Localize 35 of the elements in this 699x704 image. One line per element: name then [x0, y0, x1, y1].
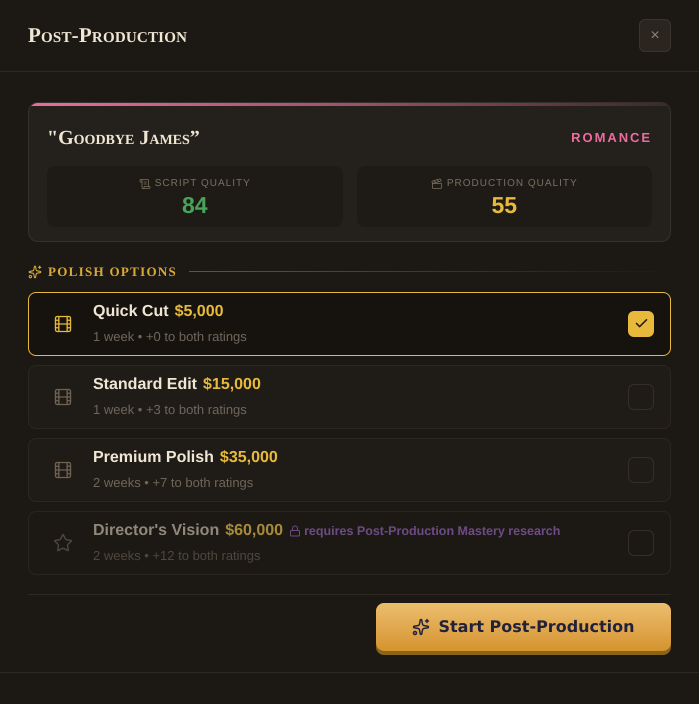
polish-option[interactable]: Quick Cut $5,000 1 week • +0 to both ratings — [28, 292, 671, 356]
option-price: $5,000 — [174, 302, 224, 322]
section-heading: POLISH OPTIONS — [48, 263, 178, 281]
lock-icon — [289, 525, 302, 538]
option-details: 1 week • +0 to both ratings — [93, 328, 248, 346]
stat-label: PRODUCTION QUALITY — [446, 177, 578, 191]
option-details: 2 weeks • +7 to both ratings — [93, 474, 254, 492]
clapperboard-icon — [430, 178, 443, 190]
option-name: Director's Vision — [93, 521, 220, 542]
option-name: Premium Polish — [93, 448, 214, 468]
option-name: Quick Cut — [93, 302, 169, 322]
option-details: 1 week • +3 to both ratings — [93, 401, 248, 420]
dialog-title: Post-Production — [28, 22, 188, 49]
start-post-production-button[interactable]: Start Post-Production — [376, 602, 671, 650]
sparkles-icon — [28, 264, 42, 279]
option-price: $60,000 — [225, 521, 284, 542]
stat-value: 84 — [182, 194, 208, 217]
film-icon — [53, 314, 73, 334]
polish-option[interactable]: Premium Polish $35,000 2 weeks • +7 to both ratings — [28, 438, 671, 502]
stat-label: SCRIPT QUALITY — [154, 177, 251, 191]
option-name: Standard Edit — [93, 375, 198, 396]
close-button[interactable]: × — [639, 19, 671, 52]
film-title: "Goodbye James” — [47, 126, 200, 151]
star-icon — [53, 532, 73, 552]
polish-option[interactable]: Standard Edit $15,000 1 week • +3 to both ratings — [28, 364, 671, 428]
option-price: $35,000 — [220, 448, 278, 468]
sparkles-icon — [412, 618, 430, 636]
option-checkbox[interactable] — [628, 310, 654, 336]
film-icon — [53, 460, 73, 480]
option-price: $15,000 — [203, 375, 261, 396]
requirement-note: requires Post-Production Mastery research — [304, 522, 560, 540]
stat-value: 55 — [491, 194, 518, 217]
film-icon — [53, 386, 73, 406]
genre-label: ROMANCE — [571, 129, 652, 148]
scroll-icon — [138, 178, 151, 190]
